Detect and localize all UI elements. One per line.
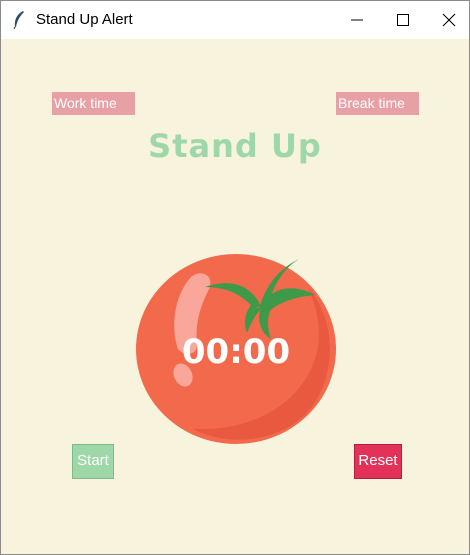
reset-button[interactable]: Reset: [354, 444, 402, 479]
work-time-label: Work time: [52, 92, 135, 115]
feather-icon: [11, 10, 27, 30]
window-title: Stand Up Alert: [36, 11, 133, 28]
title-bar[interactable]: Stand Up Alert: [1, 1, 469, 39]
minimize-button[interactable]: [334, 1, 380, 39]
maximize-icon: [397, 14, 409, 26]
client-area: Work time Break time Stand Up 00:00 Star…: [1, 39, 469, 554]
close-icon: [442, 13, 456, 27]
maximize-button[interactable]: [380, 1, 426, 39]
break-time-label: Break time: [336, 92, 419, 115]
timer-display: 00:00: [181, 332, 291, 372]
minimize-icon: [351, 19, 363, 21]
page-title: Stand Up: [148, 127, 322, 165]
start-button[interactable]: Start: [72, 444, 114, 479]
app-window: Stand Up Alert Work time Break time Stan…: [0, 0, 470, 555]
close-button[interactable]: [426, 1, 470, 39]
